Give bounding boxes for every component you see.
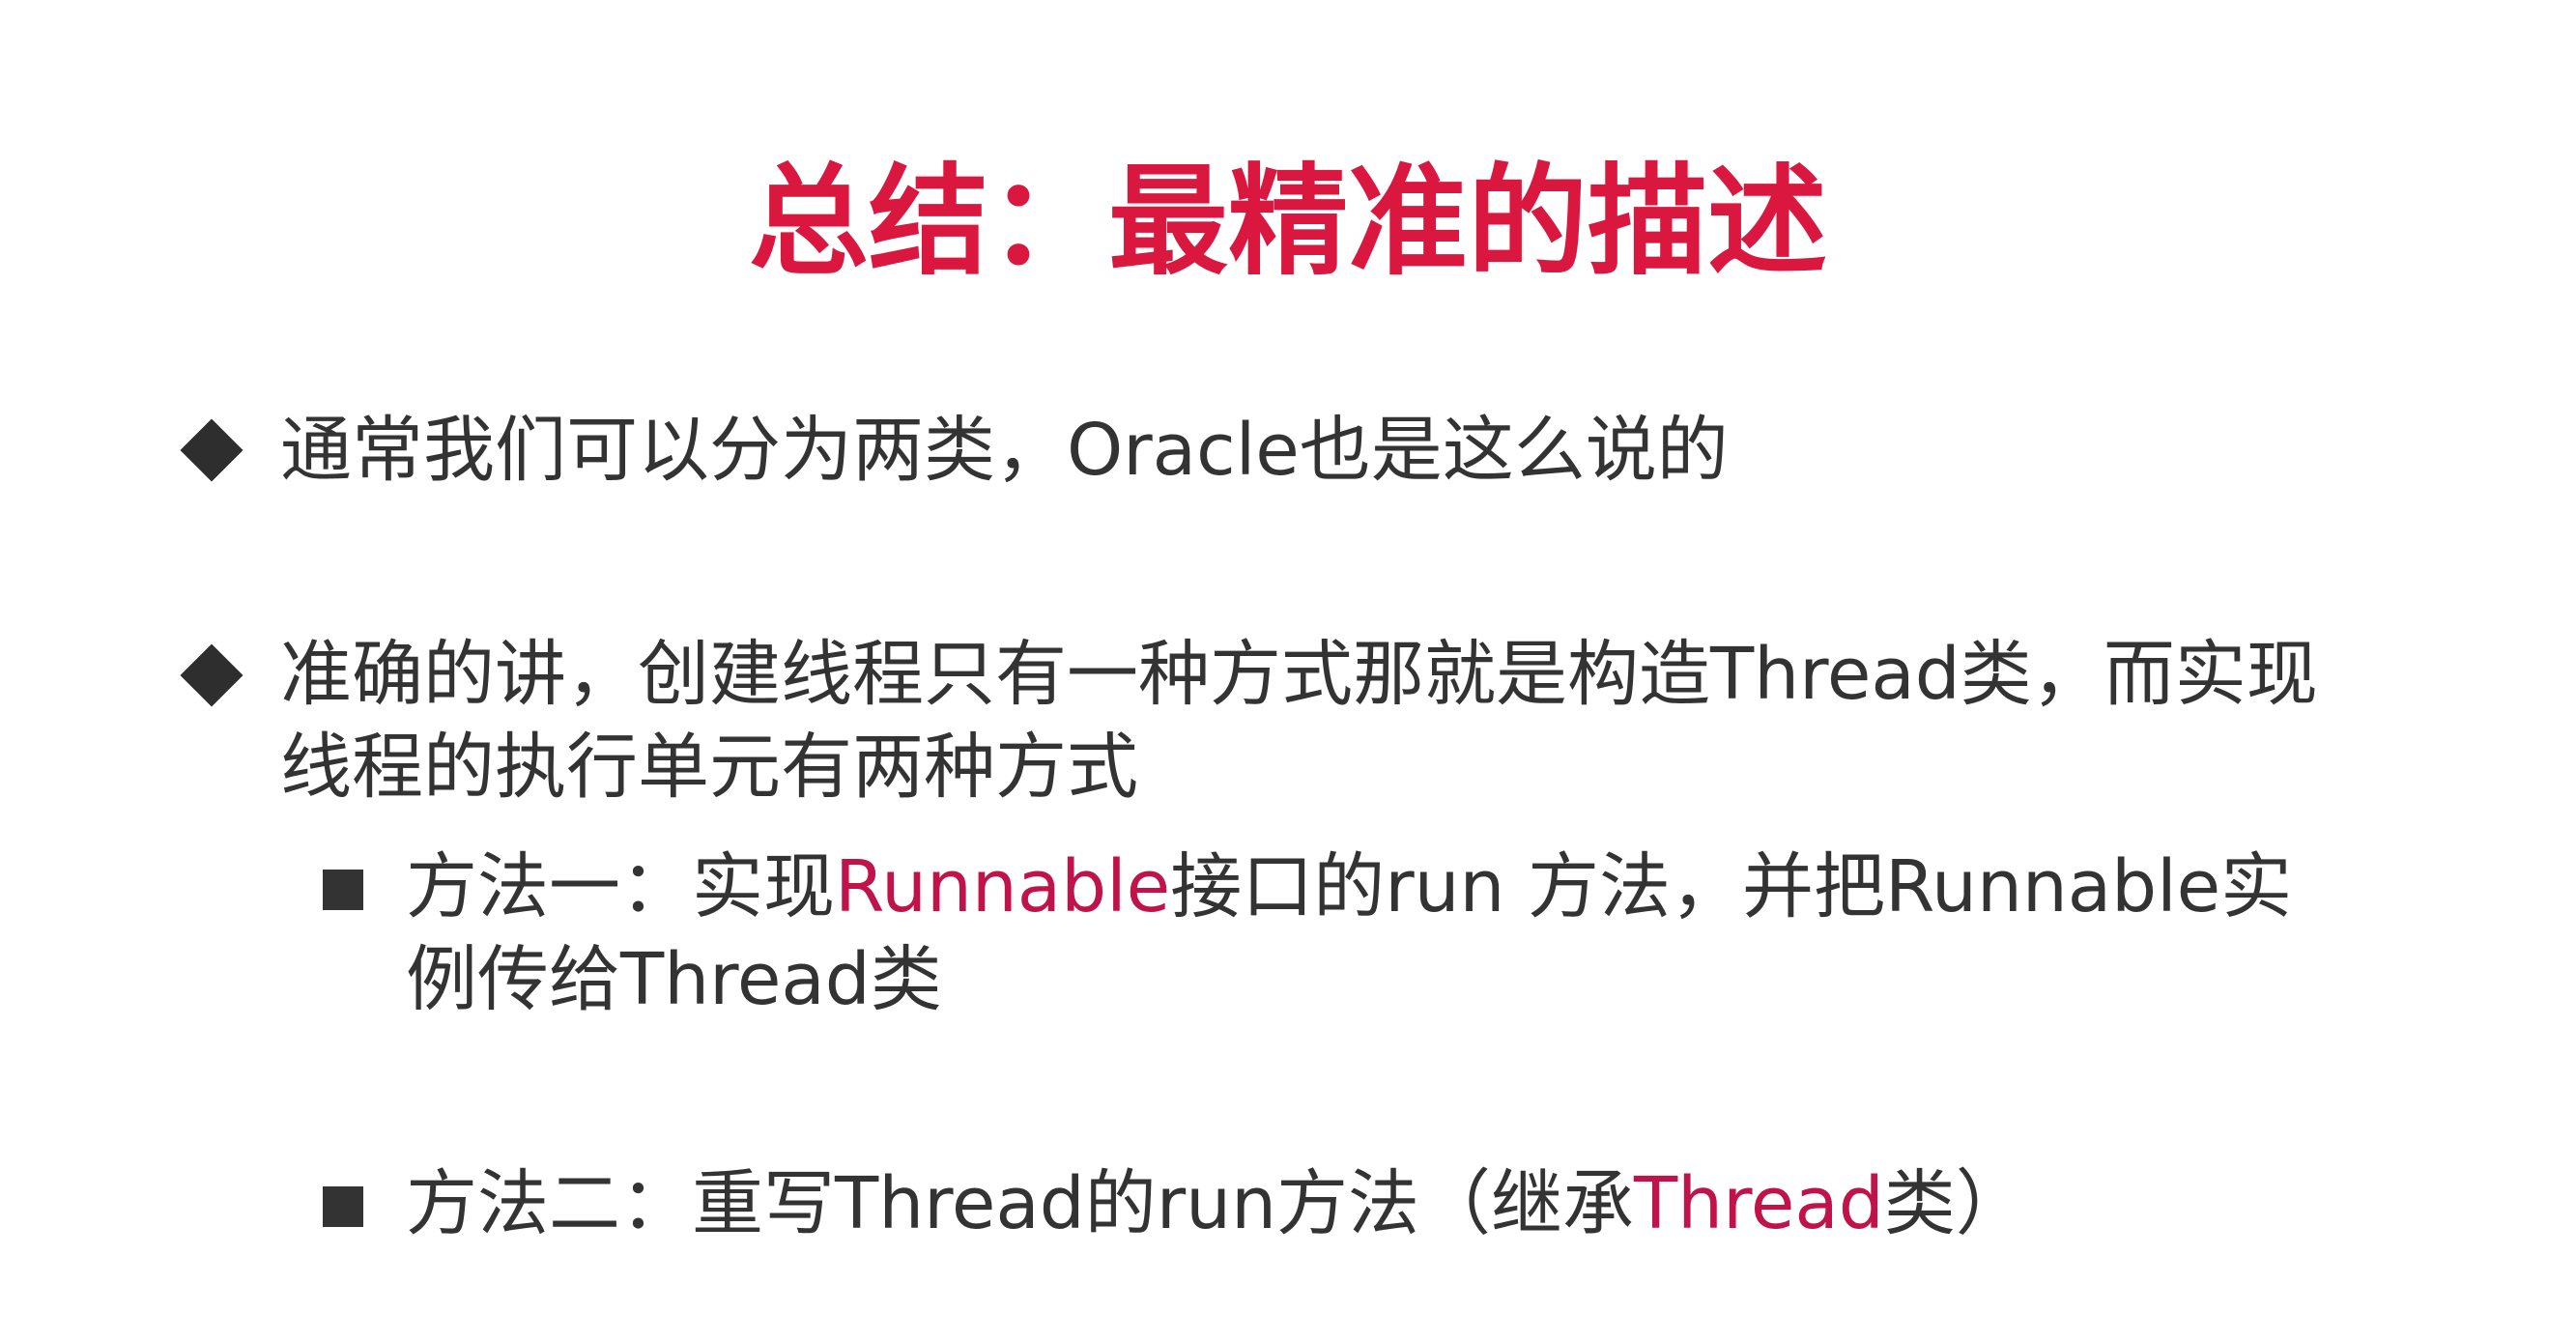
sub-bullet-2-highlight: Thread	[1633, 1162, 1884, 1245]
sub-bullet-1-prefix: 方法一：实现	[406, 845, 835, 928]
slide-title: 总结：最精准的描述	[748, 153, 1827, 292]
slide: 总结：最精准的描述 通常我们可以分为两类，Oracle也是这么说的 准确的讲，创…	[0, 0, 2576, 1341]
square-bullet-icon	[323, 870, 363, 910]
bullet-2-line-2: 线程的执行单元有两种方式	[280, 726, 1138, 809]
bullet-1-text: 通常我们可以分为两类，Oracle也是这么说的	[280, 404, 1729, 497]
diamond-bullet-icon	[180, 643, 243, 707]
sub-bullet-1-line-1: 方法一：实现Runnable接口的run 方法，并把Runnable实	[406, 841, 2292, 933]
bullet-2-line-1: 准确的讲，创建线程只有一种方式那就是构造Thread类，而实现	[280, 633, 2318, 716]
bullet-1-line: 通常我们可以分为两类，Oracle也是这么说的	[280, 409, 1729, 492]
sub-bullet-1-highlight: Runnable	[835, 845, 1171, 928]
square-bullet-icon	[323, 1186, 363, 1227]
sub-bullet-1-suffix: 接口的run 方法，并把Runnable实	[1170, 845, 2293, 928]
sub-bullet-2-line-1: 方法二：重写Thread的run方法（继承Thread类）	[406, 1157, 2027, 1250]
sub-bullet-2-prefix: 方法二：重写Thread的run方法（继承	[406, 1162, 1634, 1245]
diamond-bullet-icon	[180, 418, 243, 482]
sub-bullet-1-text: 方法一：实现Runnable接口的run 方法，并把Runnable实 例传给T…	[406, 841, 2292, 1026]
sub-bullet-2-text: 方法二：重写Thread的run方法（继承Thread类）	[406, 1157, 2027, 1250]
bullet-2-text: 准确的讲，创建线程只有一种方式那就是构造Thread类，而实现 线程的执行单元有…	[280, 628, 2318, 813]
sub-bullet-1-line-2: 例传给Thread类	[406, 938, 942, 1021]
sub-bullet-2-suffix: 类）	[1883, 1162, 2027, 1245]
